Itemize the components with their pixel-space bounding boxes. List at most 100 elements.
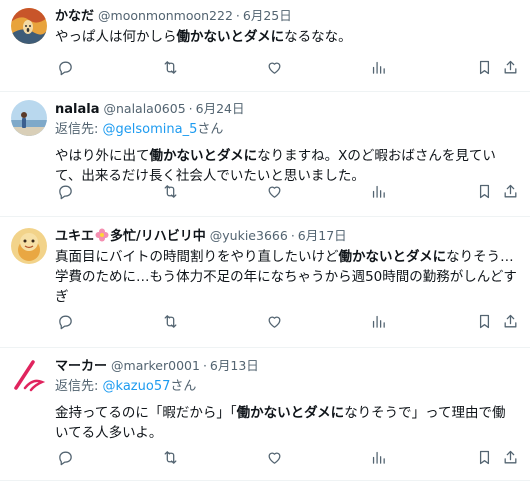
tweet-kanada[interactable]: かなだ @moonmonmoon222 · 6月25日 やっぱ人は何かしら働かな… <box>0 0 530 92</box>
retweet-button[interactable] <box>160 57 180 77</box>
tweet-date[interactable]: 6月24日 <box>196 99 245 119</box>
tweet-actions <box>55 181 518 201</box>
bookmark-icon <box>476 449 493 466</box>
reply-context: 返信先: @kazuo57さん <box>55 377 518 397</box>
name-part: 多忙/リハビリ中 <box>110 229 206 244</box>
user-handle[interactable]: @moonmonmoon222 <box>98 6 233 26</box>
bookmark-button[interactable] <box>474 447 494 467</box>
text-segment: やはり外に出て <box>55 148 150 164</box>
display-name[interactable]: ユキエ 多忙/リハビリ中 <box>55 227 206 247</box>
separator: · <box>202 358 207 373</box>
flower-icon <box>95 228 109 242</box>
views-button[interactable] <box>368 57 388 77</box>
tweet-text: やはり外に出て働かないとダメになりますね。Xのど暇おばさんを見ていて、出来るだけ… <box>55 146 518 186</box>
tweet-date[interactable]: 6月13日 <box>210 356 259 376</box>
user-handle[interactable]: @yukie3666 <box>210 226 288 246</box>
avatar[interactable] <box>11 8 47 44</box>
share-icon <box>502 183 519 200</box>
separator: · <box>235 8 240 23</box>
views-icon <box>370 449 387 466</box>
avatar[interactable] <box>11 358 47 394</box>
like-button[interactable] <box>264 57 284 77</box>
separator: · <box>290 228 295 243</box>
like-icon <box>266 449 283 466</box>
reply-context: 返信先: @gelsomina_5さん <box>55 120 518 140</box>
bookmark-button[interactable] <box>474 57 494 77</box>
views-icon <box>370 313 387 330</box>
highlighted-text: 働かないとダメに <box>149 148 258 164</box>
highlighted-text: 働かないとダメに <box>338 249 447 265</box>
bookmark-button[interactable] <box>474 311 494 331</box>
text-segment: 真面目にバイトの時間割りをやり直したいけど <box>55 249 339 265</box>
tweet-header: nalala @nalala0605 · 6月24日 <box>55 99 518 120</box>
reply-handle-link[interactable]: @gelsomina_5 <box>103 122 198 137</box>
like-icon <box>266 183 283 200</box>
views-button[interactable] <box>368 181 388 201</box>
like-button[interactable] <box>264 181 284 201</box>
reply-label: 返信先: <box>55 379 99 394</box>
retweet-icon <box>162 449 179 466</box>
reply-icon <box>57 59 74 76</box>
share-button[interactable] <box>500 57 520 77</box>
text-segment: なるなな。 <box>284 29 352 45</box>
share-button[interactable] <box>500 447 520 467</box>
tweet-yukie[interactable]: ユキエ 多忙/リハビリ中 @yukie3666 · 6月17日 真面目にバイトの時… <box>0 217 530 348</box>
share-button[interactable] <box>500 181 520 201</box>
like-button[interactable] <box>264 311 284 331</box>
highlighted-text: 働かないとダメに <box>236 405 345 421</box>
retweet-button[interactable] <box>160 181 180 201</box>
tweet-date[interactable]: 6月25日 <box>243 6 292 26</box>
reply-icon <box>57 183 74 200</box>
text-segment: 金持ってるのに「暇だから」「 <box>55 405 237 421</box>
tweet-actions <box>55 57 518 77</box>
display-name[interactable]: nalala <box>55 100 99 120</box>
bookmark-icon <box>476 313 493 330</box>
reply-button[interactable] <box>55 311 75 331</box>
tweet-nalala[interactable]: nalala @nalala0605 · 6月24日 返信先: @gelsomi… <box>0 92 530 217</box>
reply-handle-link[interactable]: @kazuo57 <box>103 379 171 394</box>
share-icon <box>502 313 519 330</box>
reply-icon <box>57 449 74 466</box>
reply-suffix: さん <box>170 379 197 394</box>
views-button[interactable] <box>368 311 388 331</box>
views-icon <box>370 183 387 200</box>
views-button[interactable] <box>368 447 388 467</box>
tweet-date[interactable]: 6月17日 <box>298 226 347 246</box>
retweet-icon <box>162 59 179 76</box>
tweet-actions <box>55 447 518 467</box>
share-icon <box>502 59 519 76</box>
tweet-actions <box>55 311 518 331</box>
tweet-marker[interactable]: マーカー @marker0001 · 6月13日 返信先: @kazuo57さん… <box>0 348 530 481</box>
text-segment: やっぱ人は何かしら <box>55 29 177 45</box>
highlighted-text: 働かないとダメに <box>176 29 285 45</box>
tweet-header: マーカー @marker0001 · 6月13日 <box>55 356 518 377</box>
reply-icon <box>57 313 74 330</box>
avatar[interactable] <box>11 228 47 264</box>
tweet-header: かなだ @moonmonmoon222 · 6月25日 <box>55 6 518 27</box>
tweet-text: やっぱ人は何かしら働かないとダメになるなな。 <box>55 27 518 47</box>
separator: · <box>188 101 193 116</box>
reply-feed: かなだ @moonmonmoon222 · 6月25日 やっぱ人は何かしら働かな… <box>0 0 530 481</box>
share-button[interactable] <box>500 311 520 331</box>
tweet-text: 金持ってるのに「暇だから」「働かないとダメになりそうで」って理由で働いてる人多い… <box>55 403 518 443</box>
reply-label: 返信先: <box>55 122 99 137</box>
user-handle[interactable]: @nalala0605 <box>103 99 185 119</box>
bookmark-icon <box>476 59 493 76</box>
reply-button[interactable] <box>55 447 75 467</box>
like-icon <box>266 59 283 76</box>
retweet-icon <box>162 313 179 330</box>
display-name[interactable]: かなだ <box>55 7 94 27</box>
display-name[interactable]: マーカー <box>55 357 107 377</box>
retweet-button[interactable] <box>160 447 180 467</box>
reply-button[interactable] <box>55 57 75 77</box>
bookmark-button[interactable] <box>474 181 494 201</box>
share-icon <box>502 449 519 466</box>
reply-suffix: さん <box>197 122 224 137</box>
like-button[interactable] <box>264 447 284 467</box>
tweet-header: ユキエ 多忙/リハビリ中 @yukie3666 · 6月17日 <box>55 226 518 247</box>
views-icon <box>370 59 387 76</box>
avatar[interactable] <box>11 100 47 136</box>
reply-button[interactable] <box>55 181 75 201</box>
retweet-button[interactable] <box>160 311 180 331</box>
user-handle[interactable]: @marker0001 <box>111 356 200 376</box>
